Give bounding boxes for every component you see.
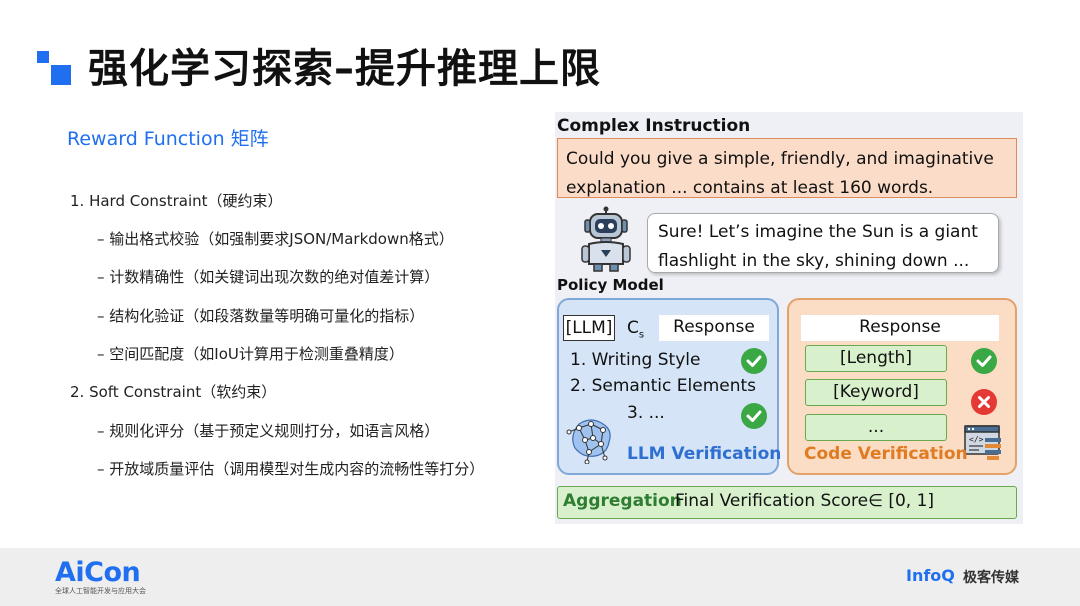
- response-bubble: Sure! Let’s imagine the Sun is a giant f…: [647, 213, 999, 273]
- outline-item: – 开放域质量评估（调用模型对生成内容的流畅性等打分）: [97, 460, 485, 478]
- response-chip-left: Response: [659, 315, 769, 341]
- svg-text:</>: </>: [969, 435, 984, 444]
- aicon-tagline: 全球人工智能开发与应用大会: [55, 587, 146, 595]
- code-verification-title: Code Verification: [804, 444, 968, 464]
- final-score-text: Final Verification Score∈ [0, 1]: [675, 491, 935, 511]
- criterion-item: 2. Semantic Elements: [570, 376, 757, 396]
- header-logo-squares: [37, 51, 71, 85]
- response-chip-right: Response: [801, 315, 999, 341]
- check-icon: [741, 403, 767, 429]
- check-icon: [971, 348, 997, 374]
- cross-icon: [971, 389, 997, 415]
- criterion-item: 3. ...: [627, 403, 665, 423]
- brain-network-icon: [566, 419, 611, 464]
- section-subtitle: Reward Function 矩阵: [67, 128, 269, 150]
- complex-instruction-label: Complex Instruction: [557, 116, 751, 136]
- code-tag-more: ...: [805, 414, 947, 441]
- robot-icon: [581, 206, 631, 272]
- code-window-icon: </>: [964, 425, 1001, 460]
- infoq-chinese-name: 极客传媒: [963, 570, 1019, 586]
- outline-item: – 空间匹配度（如IoU计算用于检测重叠精度）: [97, 345, 404, 363]
- policy-model-label: Policy Model: [557, 276, 664, 294]
- instruction-box: Could you give a simple, friendly, and i…: [557, 138, 1017, 198]
- constraint-set-label: Cs: [627, 318, 645, 341]
- outline-item: – 计数精确性（如关键词出现次数的绝对值差计算）: [97, 268, 440, 286]
- infoq-logo: InfoQ: [906, 566, 955, 585]
- criterion-item: 1. Writing Style: [570, 350, 701, 370]
- code-tag-length: [Length]: [805, 345, 947, 372]
- aggregation-label: Aggregation: [563, 491, 682, 511]
- outline-item: – 结构化验证（如段落数量等明确可量化的指标）: [97, 307, 425, 325]
- llm-verification-title: LLM Verification: [627, 444, 782, 464]
- aicon-logo: AiCon: [55, 557, 141, 588]
- outline-item: 2. Soft Constraint（软约束）: [70, 383, 277, 401]
- page-title: 强化学习探索–提升推理上限: [88, 46, 601, 92]
- check-icon: [741, 348, 767, 374]
- outline-item: – 规则化评分（基于预定义规则打分，如语言风格）: [97, 422, 440, 440]
- verification-diagram: Complex Instruction Could you give a sim…: [555, 112, 1023, 524]
- code-tag-keyword: [Keyword]: [805, 379, 947, 406]
- outline-item: – 输出格式校验（如强制要求JSON/Markdown格式）: [97, 230, 454, 248]
- llm-chip: [LLM]: [563, 315, 615, 341]
- outline-item: 1. Hard Constraint（硬约束）: [70, 192, 283, 210]
